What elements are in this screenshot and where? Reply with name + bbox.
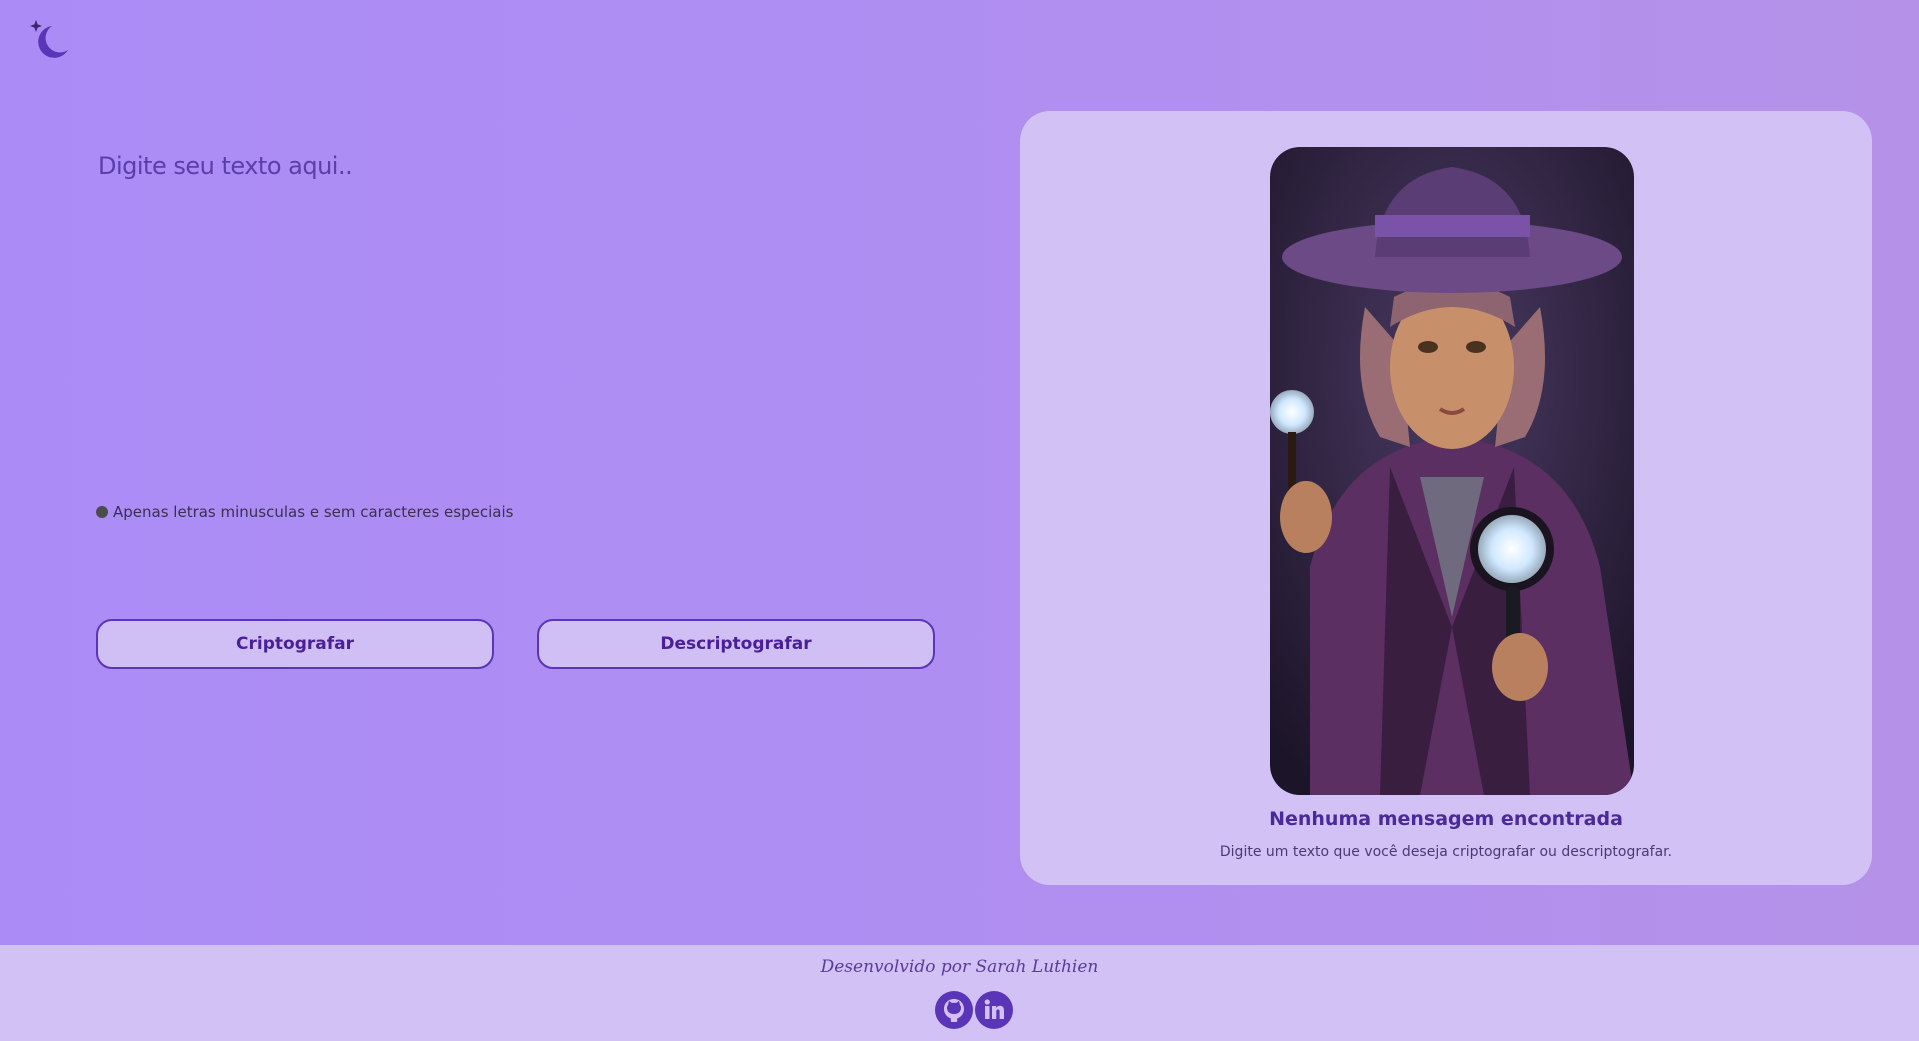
linkedin-icon xyxy=(975,991,1013,1029)
hint-text: Apenas letras minusculas e sem caractere… xyxy=(113,503,514,521)
encrypt-button[interactable]: Criptografar xyxy=(96,619,494,669)
github-link[interactable] xyxy=(935,991,973,1029)
developer-credit: Desenvolvido por Sarah Luthien xyxy=(820,957,1099,977)
empty-state-subtitle: Digite um texto que você deseja criptogr… xyxy=(1219,844,1673,860)
footer: Desenvolvido por Sarah Luthien xyxy=(0,945,1919,1041)
info-icon xyxy=(96,506,108,518)
github-icon xyxy=(935,991,973,1029)
output-panel: Nenhuma mensagem encontrada Digite um te… xyxy=(1020,111,1872,885)
decrypt-button[interactable]: Descriptografar xyxy=(537,619,935,669)
social-links xyxy=(935,991,1013,1029)
text-input[interactable] xyxy=(96,150,940,454)
detective-illustration xyxy=(1270,147,1634,795)
empty-state-title: Nenhuma mensagem encontrada xyxy=(1269,808,1623,830)
input-hint: Apenas letras minusculas e sem caractere… xyxy=(96,503,513,521)
linkedin-link[interactable] xyxy=(975,991,1013,1029)
moon-logo-icon xyxy=(26,16,72,62)
